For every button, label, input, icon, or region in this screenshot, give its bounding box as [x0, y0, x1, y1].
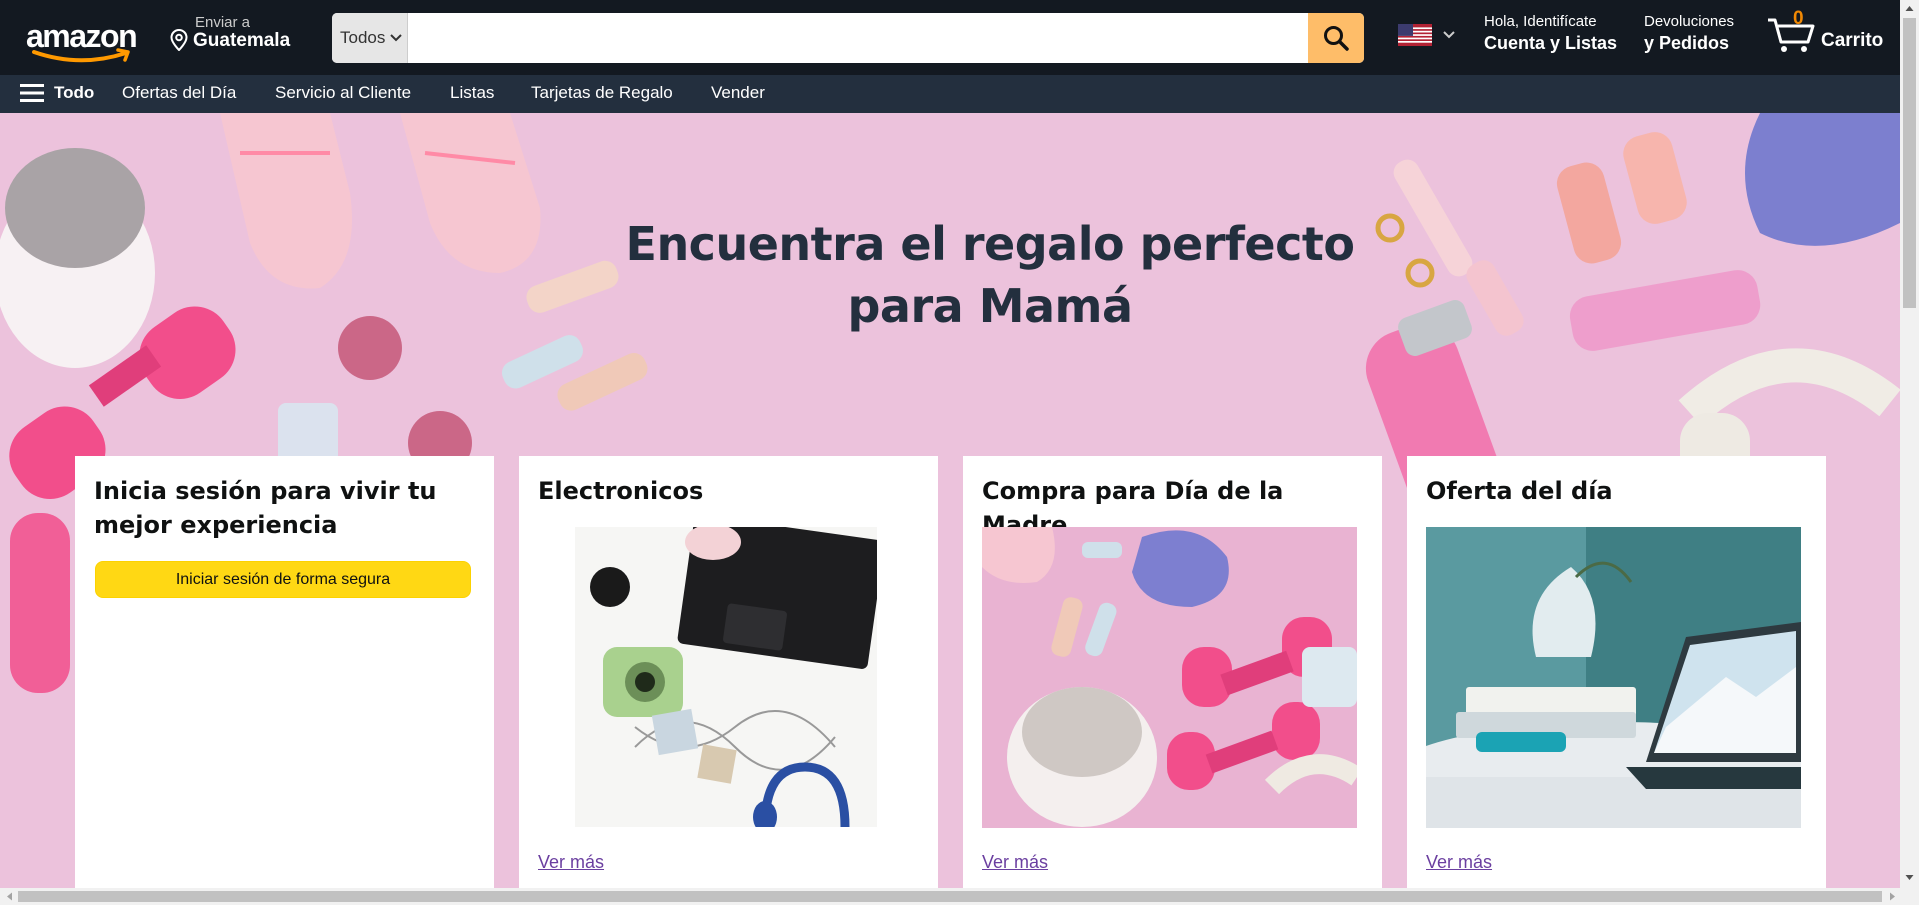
deal-of-day-illustration — [1426, 527, 1801, 828]
returns-and-orders[interactable]: Devoluciones y Pedidos — [1644, 13, 1734, 54]
vertical-scrollbar[interactable] — [1900, 0, 1919, 888]
mothers-day-card: Compra para Día de la Madre Ver más — [963, 456, 1382, 905]
scroll-left-arrow-icon[interactable] — [5, 892, 14, 901]
deal-of-day-card: Oferta del día Ver más — [1407, 456, 1826, 905]
nav-item-customer-service[interactable]: Servicio al Cliente — [275, 83, 411, 103]
deal-of-day-card-title: Oferta del día — [1426, 477, 1613, 505]
cart-icon — [1768, 18, 1815, 52]
cart-count: 0 — [1793, 8, 1804, 29]
account-greeting: Hola, Identifícate — [1484, 13, 1597, 30]
vertical-scroll-thumb[interactable] — [1903, 18, 1916, 308]
electronics-illustration — [590, 527, 877, 827]
scroll-right-arrow-icon[interactable] — [1888, 892, 1897, 901]
electronics-card: Electronicos Ver más — [519, 456, 938, 905]
us-flag-icon[interactable] — [1398, 24, 1432, 46]
nav-item-sell[interactable]: Vender — [711, 83, 765, 103]
logo-smile-icon — [32, 48, 130, 63]
horizontal-scrollbar[interactable] — [0, 888, 1919, 905]
electronics-image[interactable] — [575, 527, 877, 827]
hero-title: Encuentra el regalo perfecto para Mamá — [625, 217, 1355, 333]
mothers-day-illustration — [982, 527, 1357, 827]
amazon-logo[interactable]: amazon — [22, 14, 152, 63]
deal-of-day-image[interactable] — [1426, 527, 1801, 828]
horizontal-scroll-thumb[interactable] — [18, 891, 1882, 902]
amazon-home-page: amazon Enviar a Guatemala Todos Hola, Id… — [0, 0, 1919, 905]
nav-item-lists[interactable]: Listas — [450, 83, 494, 103]
account-and-lists[interactable]: Hola, Identifícate Cuenta y Listas — [1484, 13, 1617, 54]
nav-bar: Todo Ofertas del Día Servicio al Cliente… — [0, 75, 1900, 113]
signin-card: Inicia sesión para vivir tu mejor experi… — [75, 456, 494, 905]
location-pin-icon — [170, 29, 188, 51]
deliver-country: Guatemala — [193, 30, 291, 51]
search-input[interactable] — [409, 13, 1289, 63]
deliver-label: Enviar a — [195, 14, 251, 31]
mothers-day-image[interactable] — [982, 527, 1357, 828]
nav-all-label: Todo — [54, 83, 95, 102]
top-header: amazon Enviar a Guatemala Todos Hola, Id… — [0, 0, 1900, 75]
electronics-see-more-link[interactable]: Ver más — [538, 852, 604, 873]
scroll-up-arrow-icon[interactable] — [1905, 4, 1914, 13]
scroll-down-arrow-icon[interactable] — [1905, 873, 1914, 882]
search-department-select[interactable]: Todos — [332, 13, 408, 63]
orders-label: y Pedidos — [1644, 33, 1730, 53]
search-button[interactable] — [1308, 13, 1364, 63]
search-bar: Todos — [332, 13, 1364, 63]
search-icon — [1324, 26, 1349, 51]
returns-label: Devoluciones — [1644, 13, 1735, 30]
hamburger-icon — [20, 84, 44, 102]
cart-button[interactable]: 0 Carrito — [1766, 8, 1886, 58]
signin-button[interactable]: Iniciar sesión de forma segura — [95, 561, 471, 598]
language-chevron-down-icon[interactable] — [1443, 31, 1455, 39]
mothers-day-see-more-link[interactable]: Ver más — [982, 852, 1048, 873]
signin-card-title: Inicia sesión para vivir tu mejor experi… — [94, 477, 437, 539]
electronics-card-title: Electronicos — [538, 477, 704, 505]
cart-label: Carrito — [1821, 30, 1884, 51]
nav-item-gift-cards[interactable]: Tarjetas de Regalo — [531, 83, 673, 103]
deal-of-day-see-more-link[interactable]: Ver más — [1426, 852, 1492, 873]
search-department-label: Todos — [340, 28, 386, 47]
nav-item-deals[interactable]: Ofertas del Día — [122, 83, 236, 103]
nav-all-menu[interactable]: Todo — [20, 83, 94, 103]
account-lists-label: Cuenta y Listas — [1484, 33, 1618, 53]
chevron-down-icon — [390, 34, 402, 42]
